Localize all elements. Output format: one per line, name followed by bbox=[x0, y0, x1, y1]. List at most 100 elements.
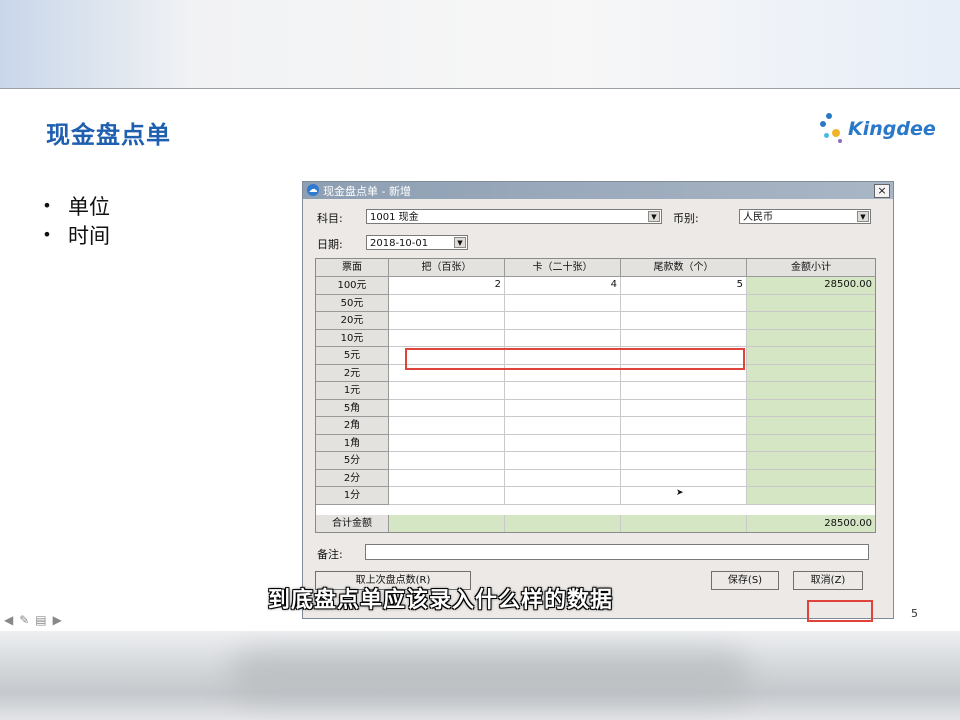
dialog-title: 现金盘点单 - 新增 bbox=[323, 185, 411, 198]
remark-label: 备注: bbox=[317, 548, 343, 561]
cell-card[interactable] bbox=[505, 399, 621, 417]
slide-nav: ◀ ✎ ▤ ▶ bbox=[4, 613, 62, 627]
mouse-cursor-icon: ➤ bbox=[676, 488, 684, 498]
cell-bundle[interactable] bbox=[389, 312, 505, 330]
row-header-denomination: 2角 bbox=[316, 417, 389, 435]
cell-bundle[interactable] bbox=[389, 434, 505, 452]
cell-subtotal bbox=[747, 347, 875, 365]
chevron-down-icon[interactable]: ▼ bbox=[857, 211, 869, 222]
currency-select[interactable]: 人民币 ▼ bbox=[739, 209, 871, 224]
logo-text: Kingdee bbox=[848, 118, 936, 140]
highlight-columns-box bbox=[405, 348, 745, 370]
column-header-subtotal: 金额小计 bbox=[747, 259, 875, 277]
currency-label: 币别: bbox=[673, 212, 699, 225]
row-header-denomination: 2分 bbox=[316, 469, 389, 487]
bullet-item: • 时间 bbox=[38, 220, 110, 249]
cell-remainder[interactable] bbox=[621, 417, 747, 435]
logo-dot-icon bbox=[826, 113, 832, 119]
chevron-down-icon[interactable]: ▼ bbox=[454, 237, 466, 248]
kingdee-logo: Kingdee bbox=[818, 107, 938, 147]
cell-remainder[interactable] bbox=[621, 434, 747, 452]
cell-bundle[interactable] bbox=[389, 399, 505, 417]
cell-subtotal bbox=[747, 487, 875, 505]
cell-remainder[interactable] bbox=[621, 382, 747, 400]
cell-bundle[interactable] bbox=[389, 294, 505, 312]
row-header-denomination: 1分 bbox=[316, 487, 389, 505]
cell-subtotal bbox=[747, 417, 875, 435]
cancel-button[interactable]: 取消(Z) bbox=[793, 571, 863, 590]
cell-remainder[interactable]: 5 bbox=[621, 277, 747, 295]
slide-title: 现金盘点单 bbox=[46, 121, 171, 149]
row-header-denomination: 1元 bbox=[316, 382, 389, 400]
menu-icon[interactable]: ▤ bbox=[35, 613, 46, 627]
column-header-denomination: 票面 bbox=[316, 259, 389, 277]
cell-card[interactable] bbox=[505, 469, 621, 487]
cell-card[interactable] bbox=[505, 417, 621, 435]
cell-bundle[interactable] bbox=[389, 329, 505, 347]
cell-remainder[interactable] bbox=[621, 294, 747, 312]
row-header-denomination: 5元 bbox=[316, 347, 389, 365]
cash-count-dialog: ☁ 现金盘点单 - 新增 × 科目: 1001 现金 ▼ 币别: 人民币 ▼ 日… bbox=[302, 181, 894, 622]
cell-card[interactable] bbox=[505, 452, 621, 470]
row-header-denomination: 1角 bbox=[316, 434, 389, 452]
cell-remainder[interactable] bbox=[621, 399, 747, 417]
logo-dot-icon bbox=[832, 129, 840, 137]
row-header-denomination: 50元 bbox=[316, 294, 389, 312]
column-header-bundle: 把（百张） bbox=[389, 259, 505, 277]
cash-count-table: 票面 把（百张） 卡（二十张） 尾款数（个） 金额小计 100元 2 4 5 28500… bbox=[315, 258, 876, 533]
arrow-right-icon[interactable]: ▶ bbox=[53, 613, 62, 627]
date-picker[interactable]: 2018-10-01 ▼ bbox=[366, 235, 468, 250]
bullet-item: • 单位 bbox=[38, 191, 110, 220]
currency-value: 人民币 bbox=[743, 212, 773, 223]
date-label: 日期: bbox=[317, 238, 343, 251]
cell-card[interactable] bbox=[505, 487, 621, 505]
cell-subtotal bbox=[747, 452, 875, 470]
row-header-denomination: 100元 bbox=[316, 277, 389, 295]
cell-card[interactable] bbox=[505, 434, 621, 452]
cell-remainder[interactable] bbox=[621, 452, 747, 470]
cell-subtotal bbox=[747, 434, 875, 452]
cell-card[interactable] bbox=[505, 294, 621, 312]
cell-remainder[interactable] bbox=[621, 487, 747, 505]
remark-input[interactable] bbox=[365, 544, 869, 560]
cell-remainder[interactable] bbox=[621, 329, 747, 347]
close-button[interactable]: × bbox=[874, 184, 890, 198]
save-button[interactable]: 保存(S) bbox=[711, 571, 779, 590]
cell-bundle[interactable] bbox=[389, 452, 505, 470]
row-header-denomination: 5角 bbox=[316, 399, 389, 417]
logo-dot-icon bbox=[824, 133, 829, 138]
subject-select[interactable]: 1001 现金 ▼ bbox=[366, 209, 662, 224]
highlight-total-box bbox=[807, 600, 873, 622]
row-header-denomination: 5分 bbox=[316, 452, 389, 470]
chevron-down-icon[interactable]: ▼ bbox=[648, 211, 660, 222]
cell-card[interactable]: 4 bbox=[505, 277, 621, 295]
cell-remainder[interactable] bbox=[621, 469, 747, 487]
cell-subtotal: 28500.00 bbox=[747, 277, 875, 295]
total-amount: 28500.00 bbox=[747, 515, 875, 532]
cell-bundle[interactable]: 2 bbox=[389, 277, 505, 295]
page-number: 5 bbox=[911, 607, 918, 620]
dialog-titlebar[interactable]: ☁ 现金盘点单 - 新增 × bbox=[303, 182, 893, 199]
bullet-icon: • bbox=[42, 196, 52, 215]
total-cell-card bbox=[505, 515, 621, 532]
presentation-slide: 现金盘点单 Kingdee • 单位 • 时间 ◀ ✎ ▤ ▶ 5 ☁ 现金盘点… bbox=[0, 88, 960, 631]
cell-bundle[interactable] bbox=[389, 469, 505, 487]
column-header-remainder: 尾款数（个） bbox=[621, 259, 747, 277]
pen-icon[interactable]: ✎ bbox=[19, 613, 29, 627]
bullet-list: • 单位 • 时间 bbox=[38, 191, 110, 249]
date-value: 2018-10-01 bbox=[370, 238, 429, 249]
video-background-top bbox=[0, 0, 960, 88]
app-icon: ☁ bbox=[307, 184, 319, 196]
total-cell-remainder bbox=[621, 515, 747, 532]
cell-card[interactable] bbox=[505, 382, 621, 400]
cell-card[interactable] bbox=[505, 329, 621, 347]
cell-remainder[interactable] bbox=[621, 312, 747, 330]
arrow-left-icon[interactable]: ◀ bbox=[4, 613, 13, 627]
cell-subtotal bbox=[747, 469, 875, 487]
cell-subtotal bbox=[747, 364, 875, 382]
logo-dot-icon bbox=[820, 121, 826, 127]
cell-bundle[interactable] bbox=[389, 382, 505, 400]
cell-bundle[interactable] bbox=[389, 417, 505, 435]
cell-card[interactable] bbox=[505, 312, 621, 330]
cell-bundle[interactable] bbox=[389, 487, 505, 505]
